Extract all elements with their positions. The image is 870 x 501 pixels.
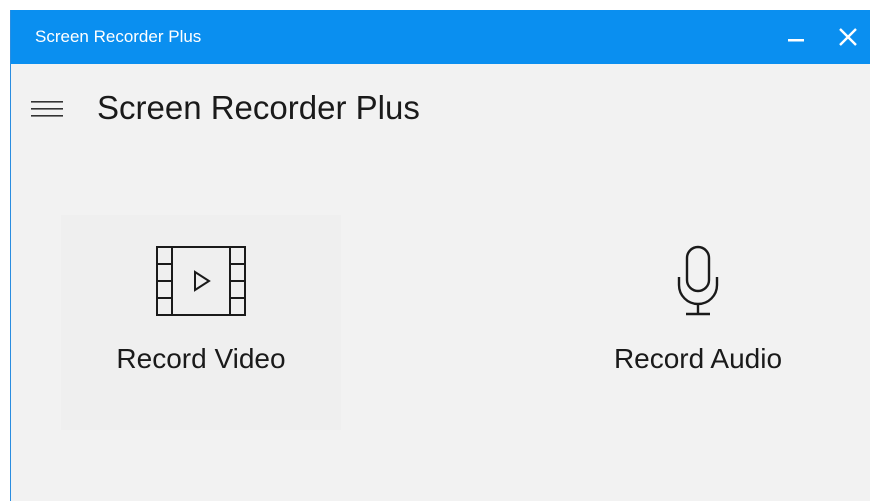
close-icon [839, 28, 857, 46]
record-audio-button[interactable]: Record Audio [558, 215, 838, 430]
microphone-icon [677, 245, 719, 316]
title-bar[interactable]: Screen Recorder Plus [11, 10, 870, 64]
hamburger-menu-icon [31, 101, 63, 117]
minimize-icon [788, 39, 804, 42]
film-play-icon [156, 246, 246, 316]
minimize-button[interactable] [773, 10, 819, 64]
close-button[interactable] [825, 10, 870, 64]
card-icon-wrap [61, 245, 341, 317]
hamburger-menu-button[interactable] [27, 89, 67, 129]
window-title: Screen Recorder Plus [35, 27, 202, 46]
app-header: Screen Recorder Plus [11, 64, 870, 144]
app-window: Screen Recorder Plus Screen Recorder Plu… [10, 10, 870, 501]
record-audio-label: Record Audio [613, 343, 783, 374]
record-video-button[interactable]: Record Video [61, 215, 341, 430]
page-title: Screen Recorder Plus [97, 89, 420, 126]
record-video-label: Record Video [116, 343, 286, 374]
card-icon-wrap [558, 245, 838, 317]
